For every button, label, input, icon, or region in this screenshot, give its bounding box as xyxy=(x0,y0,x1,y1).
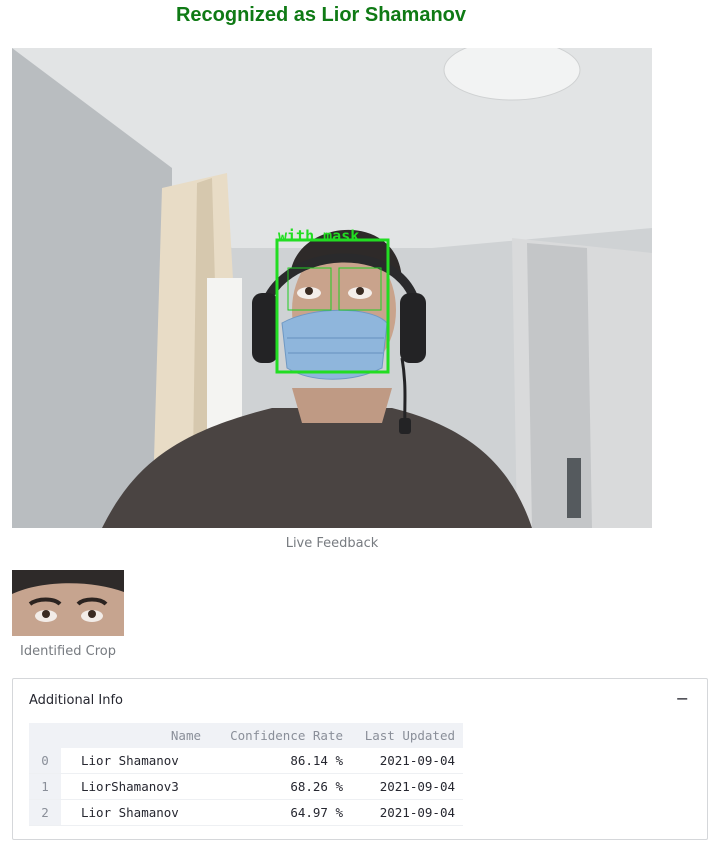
cell-name: Lior Shamanov xyxy=(61,748,215,774)
index-header xyxy=(29,723,61,748)
face-mask xyxy=(281,309,388,380)
cell-confidence: 64.97 % xyxy=(215,799,351,826)
table-row: 1 LiorShamanov3 68.26 % 2021-09-04 xyxy=(29,773,463,800)
webcam-frame: with mask xyxy=(12,48,652,528)
shelf-item xyxy=(567,458,581,518)
page-title: Recognized as Lior Shamanov xyxy=(175,4,467,26)
info-table: Name Confidence Rate Last Updated 0 Lior… xyxy=(29,723,463,826)
cell-confidence: 68.26 % xyxy=(215,773,351,800)
detection-label: with mask xyxy=(278,227,359,245)
column-header-name[interactable]: Name xyxy=(61,723,215,748)
collapse-icon[interactable]: − xyxy=(676,689,689,708)
crop-frame xyxy=(12,570,124,636)
person-neck xyxy=(292,388,392,423)
table-row: 2 Lior Shamanov 64.97 % 2021-09-04 xyxy=(29,799,463,826)
row-index: 2 xyxy=(29,799,61,826)
row-index: 1 xyxy=(29,773,61,800)
row-index: 0 xyxy=(29,748,61,774)
expander-title[interactable]: Additional Info xyxy=(29,693,123,708)
cell-updated: 2021-09-04 xyxy=(351,773,463,800)
headphone-right xyxy=(400,293,426,363)
crop-caption: Identified Crop xyxy=(20,644,116,659)
cell-confidence: 86.14 % xyxy=(215,748,351,774)
cell-name: Lior Shamanov xyxy=(61,799,215,826)
cell-updated: 2021-09-04 xyxy=(351,748,463,774)
column-header-confidence[interactable]: Confidence Rate xyxy=(215,723,351,748)
microphone xyxy=(399,418,411,434)
live-feed-image: with mask xyxy=(12,48,652,528)
table-header-row: Name Confidence Rate Last Updated xyxy=(29,723,463,748)
cell-name: LiorShamanov3 xyxy=(61,773,215,800)
headphone-left xyxy=(252,293,278,363)
live-feed-caption: Live Feedback xyxy=(285,536,379,551)
table-row: 0 Lior Shamanov 86.14 % 2021-09-04 xyxy=(29,748,463,774)
cell-updated: 2021-09-04 xyxy=(351,799,463,826)
column-header-updated[interactable]: Last Updated xyxy=(351,723,463,748)
additional-info-expander[interactable]: Additional Info − Name Confidence Rate L… xyxy=(12,678,708,840)
identified-crop-image xyxy=(12,570,124,636)
